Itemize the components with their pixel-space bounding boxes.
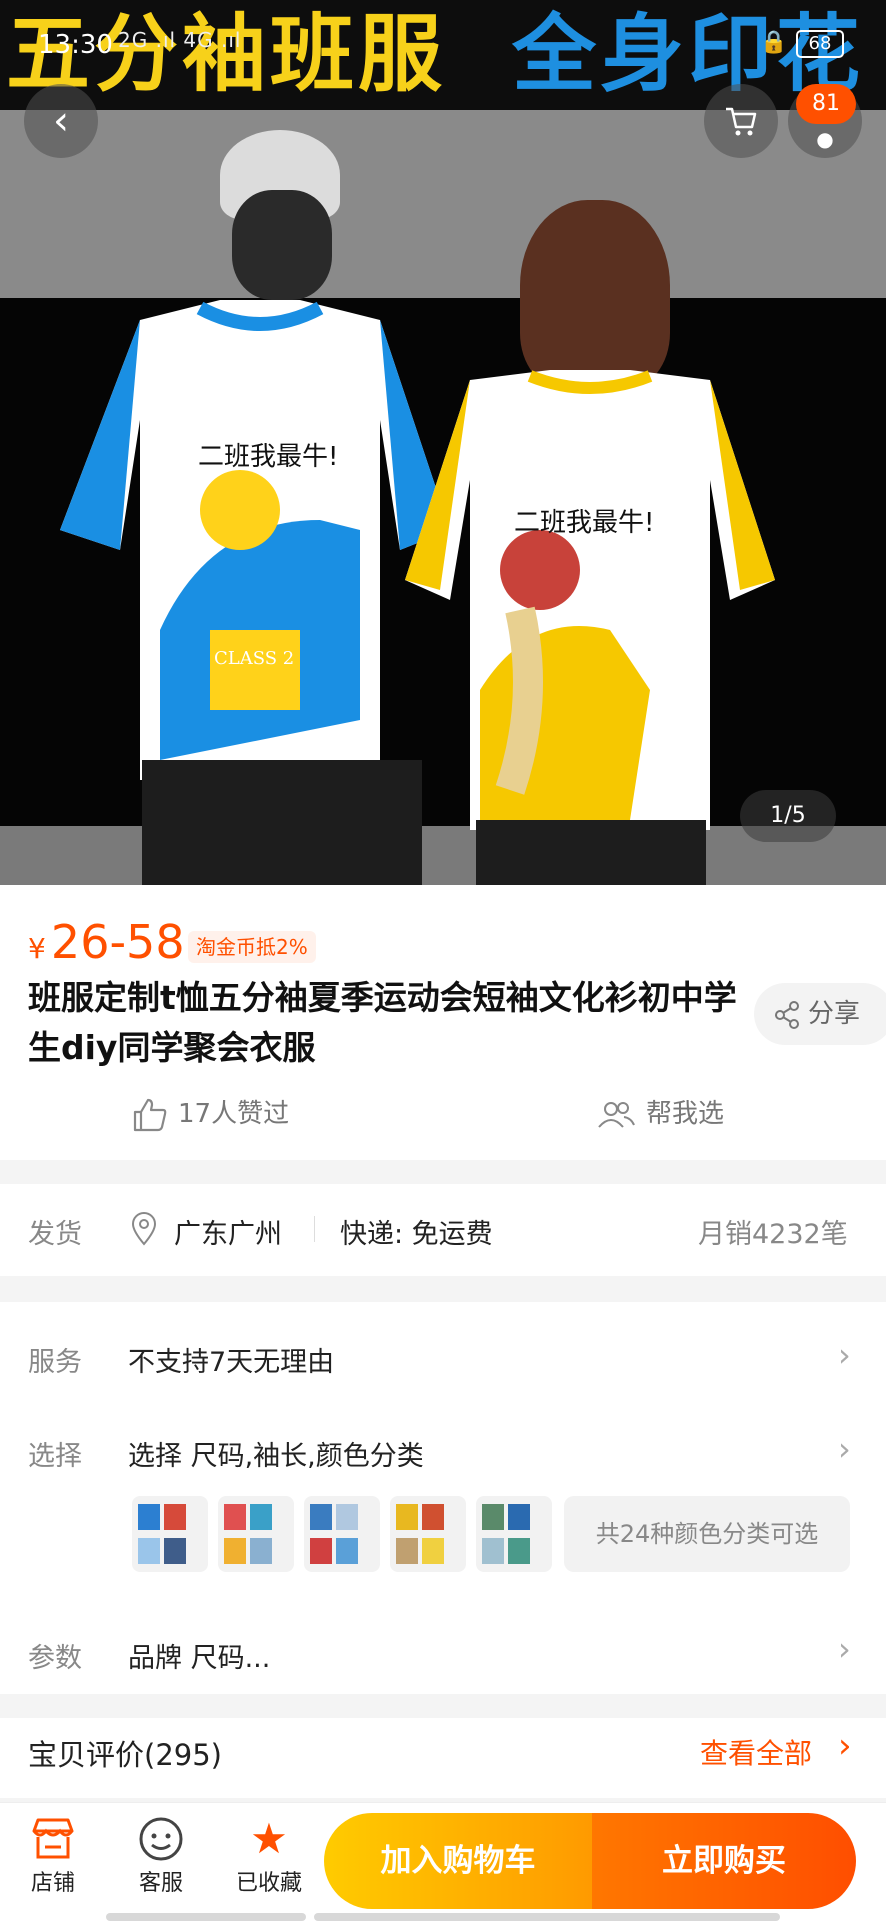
color-thumbnail[interactable] (132, 1496, 208, 1572)
location-icon (131, 1212, 157, 1246)
chevron-right-icon: › (838, 1726, 852, 1766)
shirt-slogan-right: 二班我最牛! (514, 508, 655, 538)
product-title: 班服定制t恤五分袖夏季运动会短袖文化衫初中学生diy同学聚会衣服 (28, 978, 737, 1067)
color-thumbnail[interactable] (390, 1496, 466, 1572)
price-range: 26-58 (50, 915, 185, 969)
shop-label: 店铺 (30, 1871, 75, 1896)
color-thumbnail[interactable] (304, 1496, 380, 1572)
share-label: 分享 (808, 999, 861, 1029)
favorite-tab[interactable]: ★ 已收藏 (224, 1813, 314, 1897)
shop-tab[interactable]: 店铺 (8, 1813, 98, 1897)
share-icon (775, 1000, 799, 1029)
service-text: 不支持7天无理由 (128, 1347, 335, 1378)
view-all-reviews-link[interactable]: 查看全部 (700, 1732, 812, 1772)
ship-from-location: 广东广州 (174, 1219, 282, 1250)
params-text: 品牌 尺码... (128, 1643, 271, 1674)
add-to-cart-button[interactable]: 加入购物车 (324, 1813, 592, 1909)
shirt-left (60, 300, 450, 780)
chevron-right-icon: › (838, 1430, 851, 1468)
product-image-gallery[interactable]: 五分袖班服 全身印花 13:30 2G .ıl 4G .ıl 🔒 68 二班我最… (0, 0, 886, 885)
hair (520, 200, 670, 390)
signal-icon: 2G .ıl 4G .ıl (118, 28, 242, 52)
shop-icon (8, 1813, 98, 1865)
message-count-badge: 81 (796, 84, 856, 124)
customer-service-tab[interactable]: 客服 (116, 1813, 206, 1897)
coin-discount-tag: 淘金币抵2% (188, 931, 316, 963)
select-label: 选择 (28, 1441, 82, 1472)
chevron-right-icon: › (838, 1630, 851, 1668)
back-button[interactable]: ‹ (24, 84, 98, 158)
help-choose-label: 帮我选 (646, 1099, 725, 1129)
reviews-header: 宝贝评价(295) 查看全部 › (0, 1718, 886, 1798)
reviews-title: 宝贝评价(295) (28, 1738, 222, 1772)
cart-button[interactable] (704, 84, 778, 158)
image-pager: 1/5 (740, 790, 836, 842)
divider (314, 1216, 315, 1242)
shirt-slogan-left: 二班我最牛! (198, 442, 339, 472)
select-text: 选择 尺码,袖长,颜色分类 (128, 1441, 424, 1472)
delivery-fee: 快递: 免运费 (340, 1219, 493, 1250)
currency-symbol: ¥ (28, 932, 46, 965)
class-label: CLASS 2 (214, 648, 295, 669)
status-bar: 13:30 2G .ıl 4G .ıl 🔒 68 (0, 26, 886, 66)
buy-now-button[interactable]: 立即购买 (592, 1813, 856, 1909)
color-thumbnail[interactable] (476, 1496, 552, 1572)
shirt-right (405, 370, 775, 830)
service-label: 客服 (138, 1871, 183, 1896)
chevron-left-icon: ‹ (53, 98, 69, 144)
help-me-choose-button[interactable]: 帮我选 (596, 1093, 724, 1131)
price: ¥ 26-58 (28, 915, 185, 969)
cart-icon (726, 107, 757, 136)
chevron-right-icon: › (838, 1336, 851, 1374)
product-info-card: ¥ 26-58 淘金币抵2% 班服定制t恤五分袖夏季运动会短袖文化衫初中学生di… (0, 885, 886, 1160)
head (232, 190, 332, 300)
pants-right (476, 820, 706, 885)
chat-face-icon (116, 1813, 206, 1865)
star-filled-icon: ★ (250, 1814, 288, 1863)
like-button[interactable]: 17人赞过 (132, 1093, 289, 1132)
monthly-sales: 月销4232笔 (698, 1219, 848, 1250)
color-count-button[interactable]: 共24种颜色分类可选 (564, 1496, 850, 1572)
thumbs-up-icon (133, 1098, 167, 1131)
pants-left (142, 760, 422, 885)
battery-icon: 68 (796, 30, 844, 58)
params-label: 参数 (28, 1643, 82, 1674)
options-card: 服务 不支持7天无理由 › 选择 选择 尺码,袖长,颜色分类 › 共24种颜色分… (0, 1302, 886, 1694)
bottom-action-bar: 店铺 客服 ★ 已收藏 加入购物车 立即购买 (0, 1802, 886, 1921)
shipping-row: 发货 广东广州 快递: 免运费 月销4232笔 (0, 1184, 886, 1276)
favorited-label: 已收藏 (235, 1871, 302, 1896)
status-time: 13:30 (38, 30, 113, 60)
shipping-label: 发货 (28, 1219, 82, 1250)
color-thumbnail[interactable] (218, 1496, 294, 1572)
share-button[interactable]: 分享 (754, 983, 886, 1045)
more-dot-icon: ● (816, 127, 834, 151)
lock-icon: 🔒 (760, 30, 788, 55)
service-label: 服务 (28, 1347, 82, 1378)
people-icon (598, 1101, 635, 1128)
likes-count: 17人赞过 (178, 1099, 290, 1129)
